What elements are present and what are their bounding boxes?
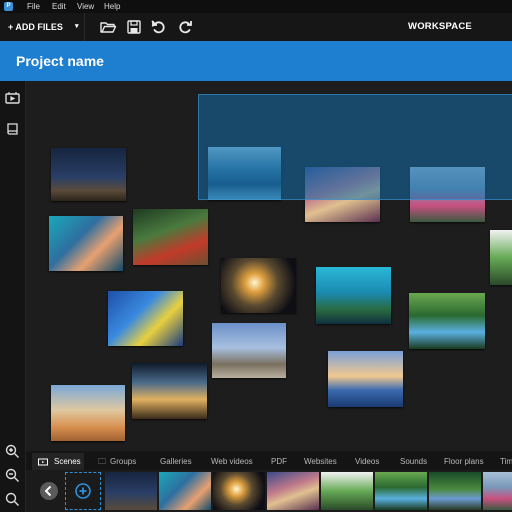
toolbar: + ADD FILES ▾ WORKSPACE <box>0 13 512 41</box>
chevron-down-icon: ▾ <box>75 23 79 30</box>
scene-thumbnail[interactable] <box>328 351 403 407</box>
tab-sounds[interactable]: Sounds <box>400 453 427 470</box>
folder-icon: 🗀 <box>98 457 106 466</box>
tab-web-videos[interactable]: Web videos <box>211 453 253 470</box>
project-header: Project name <box>0 41 512 81</box>
side-rail <box>0 81 26 512</box>
app-logo-icon: P <box>4 2 13 11</box>
project-name[interactable]: Project name <box>16 41 104 81</box>
tab-floor-plans[interactable]: Floor plans <box>444 453 484 470</box>
scene-thumbnail[interactable] <box>108 291 183 346</box>
add-files-button[interactable]: + ADD FILES ▾ <box>0 13 85 41</box>
undo-icon[interactable] <box>150 18 168 36</box>
strip-thumbnail[interactable] <box>267 472 319 510</box>
menu-edit[interactable]: Edit <box>52 0 66 13</box>
scene-thumbnail[interactable] <box>316 267 391 324</box>
strip-thumbnail[interactable] <box>105 472 157 510</box>
plus-circle-icon <box>75 483 91 499</box>
tab-scenes[interactable]: Scenes <box>32 453 84 470</box>
scenes-icon[interactable] <box>4 89 21 106</box>
scene-thumbnail[interactable] <box>490 230 512 285</box>
strip-thumbnail[interactable] <box>321 472 373 510</box>
scene-thumbnail[interactable] <box>49 216 123 271</box>
bottom-tabs: Scenes 🗀 Groups Galleries Web videos PDF… <box>26 453 512 470</box>
scene-thumbnail[interactable] <box>132 363 207 419</box>
add-scene-button[interactable] <box>65 472 101 510</box>
scene-thumbnail[interactable] <box>221 258 296 313</box>
scene-thumbnail[interactable] <box>51 148 126 201</box>
scene-thumbnail[interactable] <box>212 323 286 378</box>
menu-bar: P File Edit View Help <box>0 0 512 13</box>
tab-websites[interactable]: Websites <box>304 453 337 470</box>
strip-thumbnail[interactable] <box>375 472 427 510</box>
book-icon[interactable] <box>4 121 21 138</box>
scene-strip <box>26 470 512 512</box>
redo-icon[interactable] <box>176 18 194 36</box>
zoom-out-icon[interactable] <box>4 467 21 484</box>
zoom-in-icon[interactable] <box>4 443 21 460</box>
selection-rectangle <box>198 94 512 200</box>
menu-view[interactable]: View <box>77 0 94 13</box>
tab-galleries[interactable]: Galleries <box>160 453 192 470</box>
chevron-left-icon[interactable] <box>39 481 59 501</box>
tab-timeline[interactable]: Tim <box>500 453 512 470</box>
scene-thumbnail[interactable] <box>409 293 485 349</box>
strip-thumbnail[interactable] <box>159 472 211 510</box>
folder-open-icon[interactable] <box>99 18 117 36</box>
scene-thumbnail[interactable] <box>51 385 125 441</box>
tab-pdf[interactable]: PDF <box>271 453 287 470</box>
workspace-canvas[interactable] <box>26 81 512 451</box>
save-icon[interactable] <box>125 18 143 36</box>
search-icon[interactable] <box>4 491 21 508</box>
menu-file[interactable]: File <box>27 0 40 13</box>
scenes-icon <box>38 458 48 466</box>
scene-thumbnail[interactable] <box>133 209 208 265</box>
strip-thumbnail[interactable] <box>213 472 265 510</box>
menu-help[interactable]: Help <box>104 0 120 13</box>
strip-thumbnail[interactable] <box>429 472 481 510</box>
tab-workspace[interactable]: WORKSPACE <box>390 13 490 41</box>
add-files-label: + ADD FILES <box>8 22 63 32</box>
strip-thumbnail[interactable] <box>483 472 512 510</box>
tab-videos[interactable]: Videos <box>355 453 379 470</box>
